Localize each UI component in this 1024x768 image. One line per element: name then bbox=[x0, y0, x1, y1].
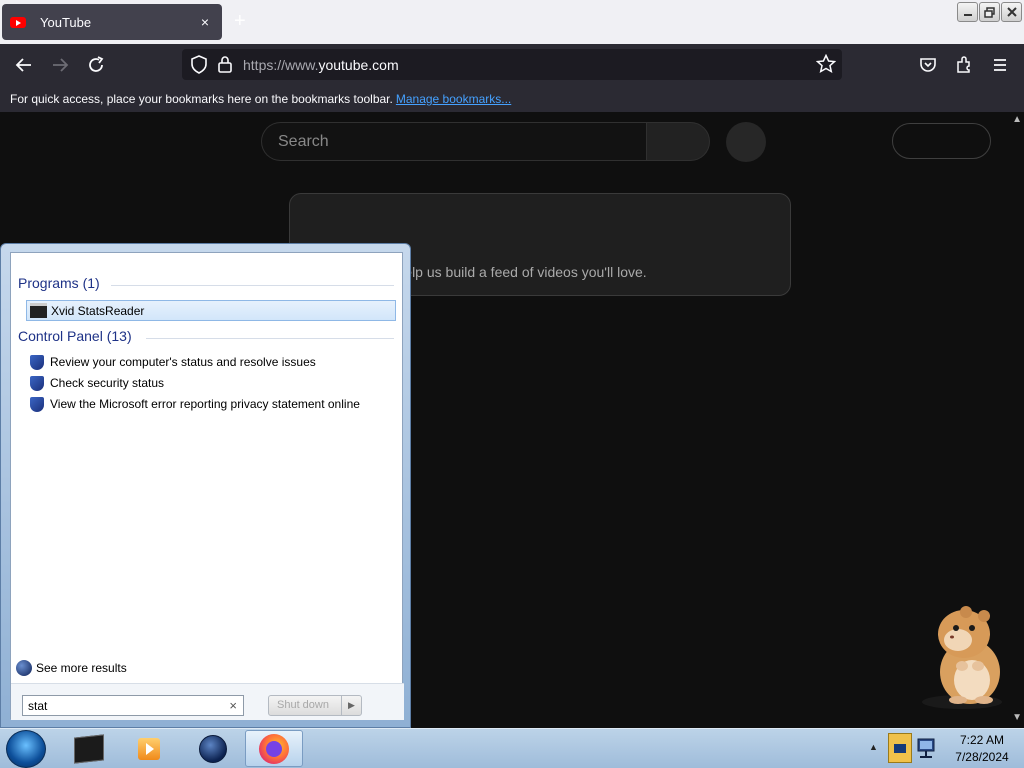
control-panel-item-label: Check security status bbox=[50, 376, 165, 390]
new-tab-button[interactable]: + bbox=[234, 10, 246, 32]
back-button[interactable] bbox=[12, 53, 36, 77]
globe-icon bbox=[199, 734, 227, 763]
pocket-button[interactable] bbox=[916, 53, 940, 77]
action-center-icon bbox=[30, 397, 44, 412]
clock-date: 7/28/2024 bbox=[955, 750, 1009, 764]
url-domain: youtube.com bbox=[318, 57, 399, 73]
clear-search-icon[interactable]: × bbox=[229, 698, 237, 713]
lock-icon[interactable] bbox=[217, 55, 233, 73]
display-tray-icon[interactable] bbox=[888, 733, 912, 763]
close-button[interactable] bbox=[1001, 2, 1022, 22]
start-orb-icon[interactable] bbox=[6, 730, 46, 768]
xvid-statsreader-icon bbox=[30, 303, 47, 318]
menu-icon bbox=[994, 59, 1006, 71]
scroll-down-arrow[interactable]: ▼ bbox=[1012, 712, 1022, 723]
control-panel-item-review-status[interactable]: Review your computer's status and resolv… bbox=[30, 355, 316, 370]
forward-button[interactable] bbox=[48, 53, 72, 77]
extensions-button[interactable] bbox=[952, 53, 976, 77]
search-globe-icon bbox=[16, 660, 32, 676]
action-center-icon bbox=[30, 376, 44, 391]
scroll-up-arrow[interactable]: ▲ bbox=[1012, 114, 1022, 125]
minimize-icon bbox=[963, 14, 972, 16]
control-panel-item-label: View the Microsoft error reporting priva… bbox=[50, 397, 360, 411]
extensions-icon bbox=[957, 56, 970, 73]
pocket-icon bbox=[920, 58, 936, 72]
hamster-mascot bbox=[922, 606, 1002, 709]
manage-bookmarks-link[interactable]: Manage bookmarks... bbox=[396, 92, 511, 106]
taskbar-globe-app[interactable] bbox=[184, 730, 242, 767]
back-icon bbox=[15, 58, 31, 72]
youtube-search-button[interactable] bbox=[646, 122, 710, 161]
reload-button[interactable] bbox=[84, 53, 108, 77]
taskbar-firefox[interactable] bbox=[245, 730, 303, 767]
control-panel-item-error-reporting[interactable]: View the Microsoft error reporting priva… bbox=[30, 397, 360, 412]
action-center-icon bbox=[30, 355, 44, 370]
taskbar: ▲ 7:22 AM 7/28/2024 bbox=[0, 728, 1024, 768]
control-panel-header: Control Panel (13) bbox=[18, 328, 132, 344]
bookmarks-message: For quick access, place your bookmarks h… bbox=[10, 92, 393, 106]
shutdown-label: Shut down bbox=[277, 699, 329, 711]
programs-divider bbox=[111, 285, 394, 286]
sign-in-button[interactable] bbox=[892, 123, 991, 159]
taskbar-media-player[interactable] bbox=[120, 730, 178, 767]
tab-title: YouTube bbox=[40, 14, 92, 30]
see-more-label: See more results bbox=[36, 661, 127, 675]
program-result-xvid-statsreader[interactable]: Xvid StatsReader bbox=[26, 300, 396, 321]
minimize-button[interactable] bbox=[957, 2, 978, 22]
restore-icon bbox=[984, 6, 995, 18]
youtube-search-input[interactable]: Search bbox=[261, 122, 647, 161]
shield-icon[interactable] bbox=[190, 55, 208, 74]
menu-button[interactable] bbox=[988, 53, 1012, 77]
program-result-label: Xvid StatsReader bbox=[51, 304, 145, 318]
url-bar[interactable]: https://www.youtube.com bbox=[182, 49, 842, 80]
nav-bar: https://www.youtube.com bbox=[0, 44, 1024, 86]
see-more-results-link[interactable]: See more results bbox=[16, 660, 127, 676]
star-icon[interactable] bbox=[816, 54, 836, 74]
cmd-icon bbox=[74, 733, 104, 764]
start-search-value: stat bbox=[28, 699, 48, 713]
start-menu: Programs (1) Xvid StatsReader Control Pa… bbox=[0, 243, 411, 728]
url-text[interactable]: https://www.youtube.com bbox=[243, 57, 399, 73]
taskbar-cmd[interactable] bbox=[60, 730, 118, 767]
shutdown-button[interactable]: Shut down ▶ bbox=[268, 695, 362, 716]
close-icon bbox=[1006, 7, 1017, 17]
network-tray-icon[interactable] bbox=[916, 735, 938, 761]
forward-icon bbox=[53, 58, 69, 72]
tab-youtube[interactable]: YouTube × bbox=[2, 4, 222, 40]
restore-button[interactable] bbox=[979, 2, 1000, 22]
shutdown-options-arrow-icon[interactable]: ▶ bbox=[341, 696, 361, 715]
tab-close-icon[interactable]: × bbox=[196, 14, 214, 30]
programs-header: Programs (1) bbox=[18, 275, 100, 291]
show-hidden-icons-icon[interactable]: ▲ bbox=[869, 742, 878, 752]
youtube-icon bbox=[10, 16, 26, 28]
control-panel-item-check-security[interactable]: Check security status bbox=[30, 376, 165, 391]
start-menu-results: Programs (1) Xvid StatsReader Control Pa… bbox=[10, 252, 404, 720]
system-tray: ▲ 7:22 AM 7/28/2024 bbox=[864, 729, 1024, 768]
control-panel-divider bbox=[146, 338, 394, 339]
reload-icon bbox=[89, 56, 104, 72]
window-controls bbox=[957, 2, 1022, 22]
start-search-input[interactable]: stat × bbox=[22, 695, 244, 716]
media-player-icon bbox=[138, 737, 160, 760]
start-menu-footer: stat × Shut down ▶ bbox=[11, 683, 404, 720]
clock-time: 7:22 AM bbox=[959, 733, 1005, 747]
control-panel-item-label: Review your computer's status and resolv… bbox=[50, 355, 316, 369]
url-prefix: https://www. bbox=[243, 57, 319, 73]
bookmarks-toolbar: For quick access, place your bookmarks h… bbox=[0, 86, 1024, 112]
voice-search-button[interactable] bbox=[726, 122, 766, 162]
clock[interactable]: 7:22 AM 7/28/2024 bbox=[942, 732, 1022, 766]
tab-bar: YouTube × + bbox=[0, 0, 1024, 44]
firefox-icon bbox=[259, 733, 289, 764]
